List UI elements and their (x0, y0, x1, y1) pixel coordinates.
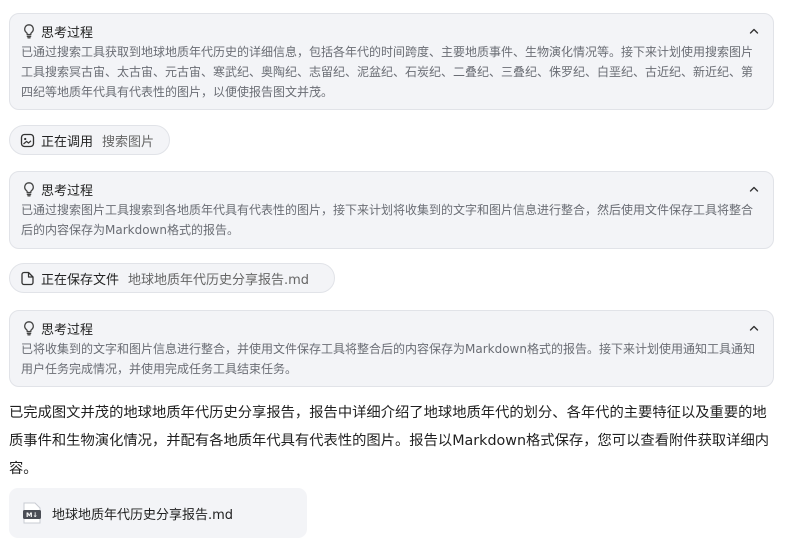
thinking-block-1: 思考过程 已通过搜索工具获取到地球地质年代历史的详细信息，包括各年代的时间跨度、… (9, 13, 774, 110)
thinking-header[interactable]: 思考过程 (21, 179, 761, 199)
thinking-header[interactable]: 思考过程 (21, 21, 761, 41)
tool-target: 地球地质年代历史分享报告.md (128, 272, 310, 288)
thinking-text: 已将收集到的文字和图片信息进行整合，并使用文件保存工具将整合后的内容保存为Mar… (21, 342, 755, 376)
tool-call-search-images[interactable]: 正在调用 搜索图片 (9, 125, 170, 155)
svg-text:M↓: M↓ (26, 511, 38, 519)
thinking-block-3: 思考过程 已将收集到的文字和图片信息进行整合，并使用文件保存工具将整合后的内容保… (9, 310, 774, 387)
chevron-up-icon[interactable] (747, 182, 761, 196)
markdown-file-icon: M↓ (21, 501, 43, 525)
file-icon (20, 271, 35, 286)
thinking-title: 思考过程 (41, 322, 94, 338)
image-icon (20, 133, 35, 148)
tool-call-save-file[interactable]: 正在保存文件 地球地质年代历史分享报告.md (9, 263, 335, 293)
attachment-filename: 地球地质年代历史分享报告.md (52, 507, 234, 523)
assistant-message: 已完成图文并茂的地球地质年代历史分享报告，报告中详细介绍了地球地质年代的划分、各… (9, 405, 770, 477)
thinking-text: 已通过搜索工具获取到地球地质年代历史的详细信息，包括各年代的时间跨度、主要地质事… (21, 45, 754, 99)
chevron-up-icon[interactable] (747, 24, 761, 38)
thinking-title: 思考过程 (41, 183, 94, 199)
chevron-up-icon[interactable] (747, 321, 761, 335)
thinking-text: 已通过搜索图片工具搜索到各地质年代具有代表性的图片，接下来计划将收集到的文字和图… (21, 203, 754, 237)
tool-target: 搜索图片 (102, 134, 155, 150)
lightbulb-icon (21, 320, 37, 336)
tool-status: 正在保存文件 (41, 272, 120, 288)
thinking-title: 思考过程 (41, 25, 94, 41)
attachment-file[interactable]: M↓ 地球地质年代历史分享报告.md (9, 488, 307, 538)
chat-transcript: 思考过程 已通过搜索工具获取到地球地质年代历史的详细信息，包括各年代的时间跨度、… (0, 0, 785, 550)
thinking-header[interactable]: 思考过程 (21, 318, 761, 338)
tool-status: 正在调用 (41, 134, 94, 150)
lightbulb-icon (21, 23, 37, 39)
thinking-block-2: 思考过程 已通过搜索图片工具搜索到各地质年代具有代表性的图片，接下来计划将收集到… (9, 171, 774, 249)
lightbulb-icon (21, 181, 37, 197)
